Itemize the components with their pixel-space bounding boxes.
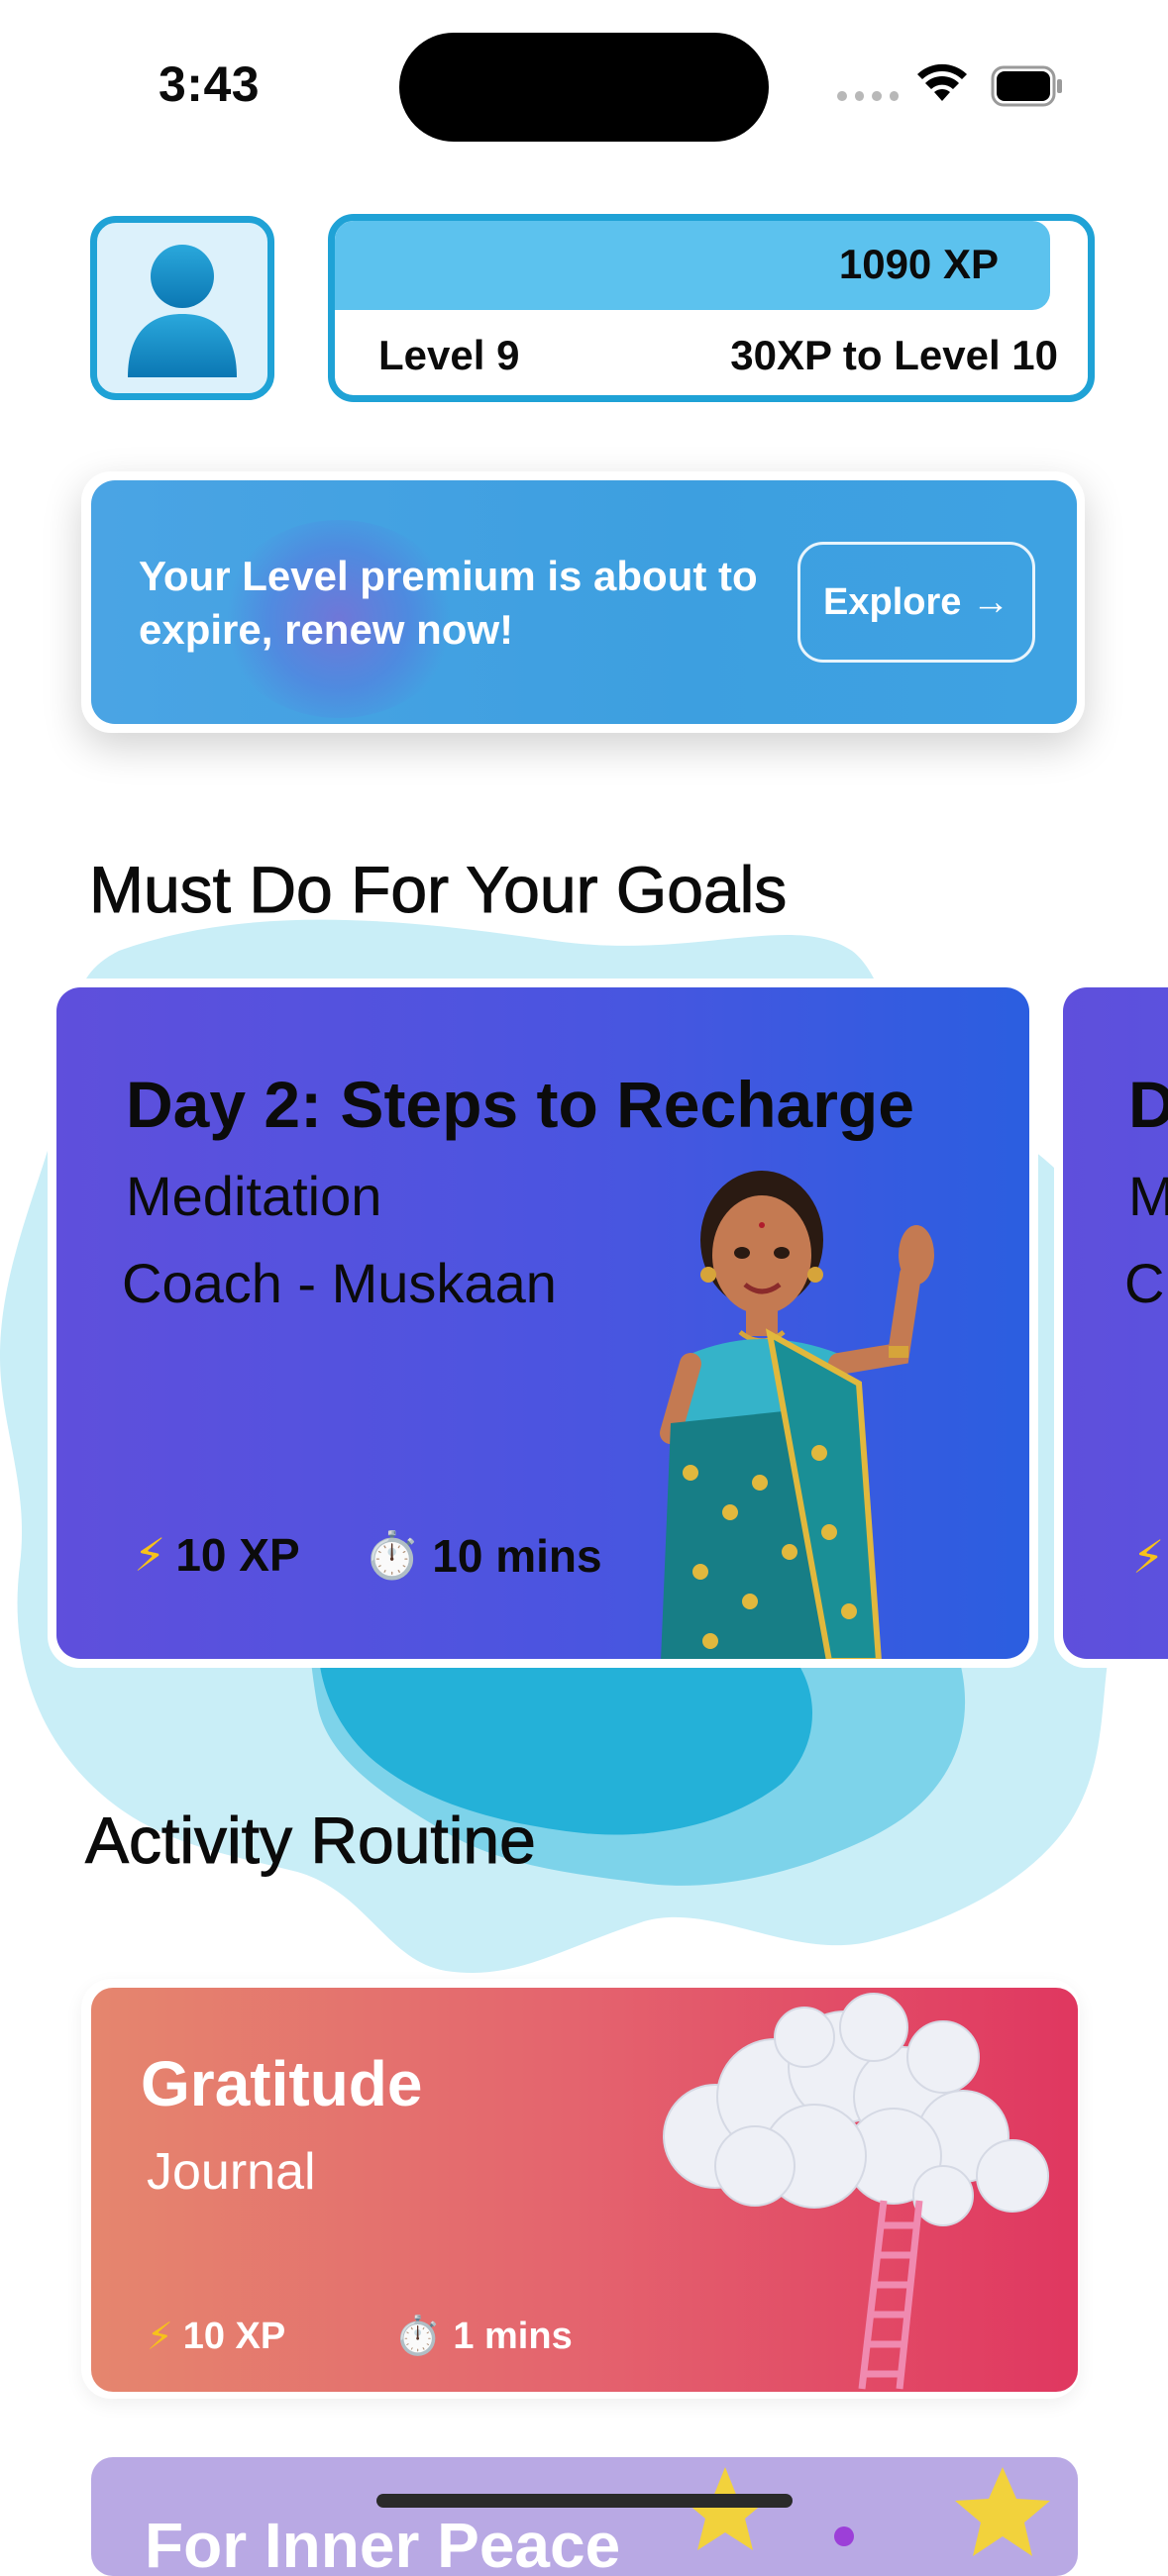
xp-value: 1090 XP (838, 241, 999, 287)
goal-card-2-type: M (1128, 1165, 1168, 1227)
activity-card-duration-value: 1 mins (453, 2315, 573, 2357)
goal-card-duration: ⏱️ 10 mins (364, 1528, 602, 1583)
activity-card-gratitude[interactable]: Gratitude Journal ⚡ 10 XP ⏱️ 1 mins (91, 1988, 1078, 2392)
goal-card-xp-value: 10 XP (175, 1529, 300, 1581)
xp-progress-card: 1090 XP Level 9 30XP to Level 10 (328, 214, 1095, 402)
dynamic-island (399, 33, 769, 142)
activity-card-2-title: For Inner Peace (145, 2510, 621, 2576)
profile-avatar-button[interactable] (90, 216, 274, 400)
premium-expiry-message: Your Level premium is about to expire, r… (139, 553, 758, 653)
activity-card-xp-value: 10 XP (182, 2316, 286, 2357)
activity-card-duration: ⏱️ 1 mins (394, 2315, 573, 2358)
goal-card-xp: ⚡ 10 XP (134, 1528, 300, 1582)
activity-card-subtitle: Journal (147, 2143, 316, 2201)
home-indicator[interactable] (376, 2494, 793, 2508)
cellular-signal-icon (837, 91, 899, 105)
activity-card-inner-peace[interactable]: For Inner Peace (91, 2457, 1078, 2576)
user-icon (128, 245, 237, 377)
cloud-ladder-illustration (663, 1993, 1049, 2390)
wifi-icon (917, 63, 967, 101)
goal-card-2-coach: C (1124, 1252, 1165, 1314)
premium-banner: Your Level premium is about to expire, r… (91, 480, 1077, 724)
lightning-icon: ⚡ (1132, 1531, 1165, 1583)
goal-card-2-title: D (1128, 1068, 1168, 1141)
current-level: Level 9 (378, 332, 520, 378)
stars-illustration (686, 2467, 1050, 2556)
status-time: 3:43 (159, 56, 261, 112)
goal-card[interactable]: Day 2: Steps to Recharge Meditation Coac… (56, 987, 1029, 1659)
stopwatch-icon: ⏱️ (394, 2316, 442, 2357)
battery-icon (991, 65, 1062, 107)
goals-section-title: Must Do For Your Goals (88, 853, 788, 927)
activity-card-xp: ⚡ 10 XP (147, 2315, 285, 2359)
goal-card-title: Day 2: Steps to Recharge (126, 1068, 914, 1141)
stopwatch-icon: ⏱️ (364, 1529, 421, 1581)
explore-button[interactable]: Explore → (797, 542, 1035, 663)
goal-card-2[interactable]: D M C ⚡ (1063, 987, 1168, 1659)
goal-card-type: Meditation (126, 1165, 382, 1227)
activity-card-title: Gratitude (141, 2048, 423, 2119)
activity-section-title: Activity Routine (85, 1803, 537, 1878)
lightning-icon: ⚡ (147, 2317, 173, 2358)
coach-character-illustration (660, 1171, 934, 1659)
goal-card-coach: Coach - Muskaan (122, 1252, 557, 1314)
lightning-icon: ⚡ (134, 1529, 166, 1581)
goal-card-duration-value: 10 mins (432, 1529, 602, 1582)
xp-to-next-level: 30XP to Level 10 (730, 332, 1058, 378)
